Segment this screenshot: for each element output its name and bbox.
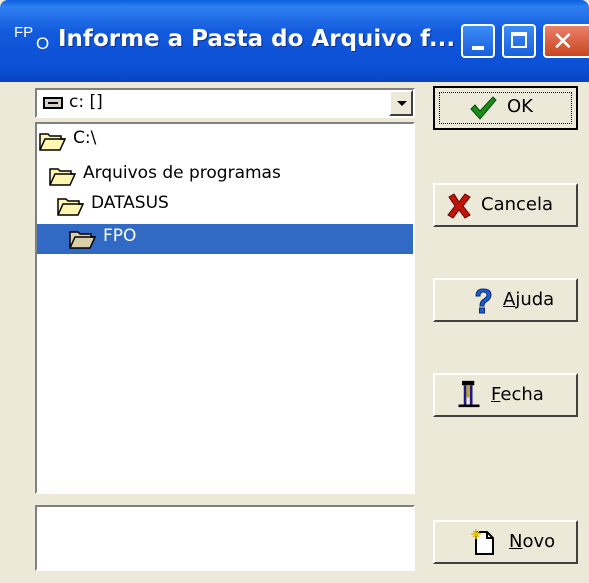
tree-item-arquivos-de-programas[interactable]: Arquivos de programas — [49, 161, 389, 191]
app-icon: FP O — [14, 24, 62, 56]
new-document-icon — [471, 529, 494, 555]
tree-item-label: FPO — [103, 226, 137, 246]
tree-item-label: DATASUS — [91, 193, 169, 213]
open-folder-icon — [39, 133, 67, 151]
drive-select-value: c: [] — [69, 92, 103, 112]
app-icon-fp: FP — [14, 24, 34, 41]
new-button-label-rest: ovo — [522, 531, 556, 552]
maximize-icon — [511, 32, 527, 48]
close-icon: ✕ — [552, 27, 574, 57]
new-button[interactable]: Novo — [433, 520, 578, 564]
cancel-button[interactable]: Cancela — [433, 183, 578, 227]
title-bar[interactable]: FP O Informe a Pasta do Arquivo f... ✕ — [0, 0, 589, 82]
close-button[interactable]: ✕ — [543, 24, 589, 58]
folder-tree[interactable]: C:\ Arquivos de programas DATASUS FPO — [35, 122, 415, 494]
ok-button[interactable]: OK — [433, 86, 578, 130]
close-dialog-button-accel: F — [491, 384, 501, 405]
open-folder-icon — [49, 168, 77, 186]
window-title: Informe a Pasta do Arquivo f... — [58, 26, 456, 52]
close-dialog-button-label: Fecha — [491, 384, 544, 405]
help-button-label-rest: juda — [515, 289, 555, 310]
help-button-accel: A — [503, 289, 516, 310]
tree-item-label: C:\ — [73, 128, 97, 148]
drive-icon — [43, 97, 63, 109]
tree-item-fpo[interactable]: FPO — [37, 224, 413, 254]
tree-item-datasus[interactable]: DATASUS — [57, 191, 387, 221]
dialog-window: FP O Informe a Pasta do Arquivo f... ✕ c… — [0, 0, 589, 583]
dropdown-arrow-button[interactable] — [389, 90, 413, 116]
minimize-icon — [472, 46, 484, 50]
tree-item-c-root[interactable]: C:\ — [39, 126, 399, 156]
close-dialog-button[interactable]: Fecha — [433, 373, 578, 417]
maximize-button[interactable] — [502, 24, 536, 58]
filename-field[interactable] — [35, 505, 415, 571]
cancel-button-label: Cancela — [481, 194, 554, 215]
open-folder-icon — [57, 198, 85, 216]
open-folder-icon — [69, 231, 97, 249]
checkmark-icon — [470, 96, 497, 120]
new-button-accel: N — [509, 531, 523, 552]
door-icon — [458, 380, 480, 408]
app-icon-o: O — [36, 34, 50, 53]
focus-rect — [439, 92, 572, 124]
ok-button-label: OK — [507, 96, 533, 117]
close-dialog-button-label-rest: echa — [500, 384, 544, 405]
help-button-label: Ajuda — [503, 289, 554, 310]
new-button-label: Novo — [509, 531, 555, 552]
question-icon — [475, 288, 492, 314]
drive-select[interactable]: c: [] — [35, 88, 415, 118]
x-icon — [447, 193, 471, 219]
minimize-button[interactable] — [461, 24, 495, 58]
help-button[interactable]: Ajuda — [433, 278, 578, 322]
tree-item-label: Arquivos de programas — [83, 163, 281, 183]
